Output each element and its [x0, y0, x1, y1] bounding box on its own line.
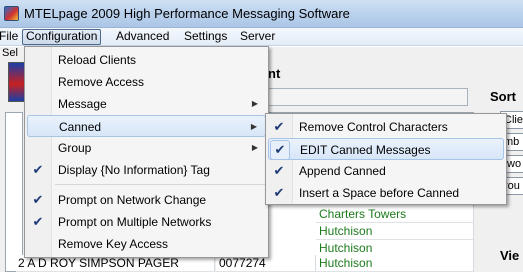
menu-item-remove-access[interactable]: Remove Access	[27, 71, 266, 93]
menu-item-label: Prompt on Multiple Networks	[58, 215, 212, 229]
checkmark-icon: ✔	[273, 185, 285, 200]
menu-item-label: Append Canned	[299, 164, 386, 178]
left-list-panel[interactable]	[5, 112, 23, 272]
menu-item-label: Display {No Information} Tag	[58, 163, 210, 177]
menu-file[interactable]: File	[0, 29, 21, 45]
menu-item-message[interactable]: Message ▶	[27, 93, 266, 115]
menu-item-label: Canned	[59, 120, 102, 134]
panel-heading: nt	[268, 66, 281, 81]
select-label: Sel	[2, 47, 18, 59]
menu-item-display-no-information-tag[interactable]: ✔ Display {No Information} Tag	[27, 159, 266, 181]
checkmark-icon: ✔	[273, 163, 285, 178]
search-input[interactable]	[268, 88, 468, 106]
menu-item-reload-clients[interactable]: Reload Clients	[27, 49, 266, 71]
menu-settings[interactable]: Settings	[181, 29, 230, 45]
menu-item-label: Prompt on Network Change	[58, 193, 207, 207]
submenu-arrow-icon: ▶	[250, 122, 257, 131]
menu-item-remove-key-access[interactable]: Remove Key Access	[27, 233, 266, 255]
menu-item-label: Insert a Space before Canned	[299, 186, 460, 200]
menu-item-canned[interactable]: Canned ▶	[27, 115, 266, 137]
checkmark-icon: ✔	[32, 214, 44, 229]
menu-item-prompt-on-multiple-networks[interactable]: ✔ Prompt on Multiple Networks	[27, 211, 266, 233]
menu-configuration[interactable]: Configuration	[22, 29, 102, 45]
submenu-item-insert-space-before-canned[interactable]: ✔ Insert a Space before Canned	[268, 182, 504, 204]
table-cell-location[interactable]: Hutchison	[316, 223, 474, 240]
checkmark-icon: ✔	[32, 162, 44, 177]
checkmark-icon: ✔	[32, 192, 44, 207]
table-cell-location[interactable]: Charters Towers	[316, 206, 474, 223]
menu-separator	[55, 184, 266, 185]
menu-item-prompt-on-network-change[interactable]: ✔ Prompt on Network Change	[27, 189, 266, 211]
sort-label: Sort	[490, 89, 516, 104]
menu-item-label: Remove Control Characters	[299, 120, 448, 134]
menu-item-group[interactable]: Group ▶	[27, 137, 266, 159]
menu-item-label: EDIT Canned Messages	[300, 143, 431, 157]
canned-submenu: ✔ Remove Control Characters ✔ EDIT Canne…	[265, 113, 507, 205]
submenu-item-append-canned[interactable]: ✔ Append Canned	[268, 160, 504, 182]
menu-item-label: Remove Access	[58, 75, 145, 89]
window-title: MTELpage 2009 High Performance Messaging…	[24, 6, 350, 21]
menu-item-label: Message	[58, 97, 107, 111]
checkmark-icon: ✔	[270, 140, 290, 160]
submenu-arrow-icon: ▶	[251, 99, 258, 108]
app-icon	[4, 6, 19, 21]
submenu-arrow-icon: ▶	[251, 143, 258, 152]
menu-item-label: Reload Clients	[58, 53, 137, 67]
table-cell-location[interactable]: Hutchison	[316, 255, 474, 272]
submenu-item-edit-canned-messages[interactable]: ✔ EDIT Canned Messages	[268, 138, 504, 160]
view-label: Vie	[500, 248, 520, 263]
title-bar: MTELpage 2009 High Performance Messaging…	[0, 0, 523, 28]
checkmark-icon: ✔	[273, 119, 285, 134]
configuration-menu: Reload Clients Remove Access Message ▶ C…	[24, 46, 269, 258]
menu-bar: File Configuration Advanced Settings Ser…	[0, 28, 523, 46]
menu-advanced[interactable]: Advanced	[113, 29, 172, 45]
menu-server[interactable]: Server	[237, 29, 278, 45]
menu-item-label: Remove Key Access	[58, 237, 169, 251]
menu-item-label: Group	[58, 141, 92, 155]
submenu-item-remove-control-characters[interactable]: ✔ Remove Control Characters	[268, 116, 504, 138]
